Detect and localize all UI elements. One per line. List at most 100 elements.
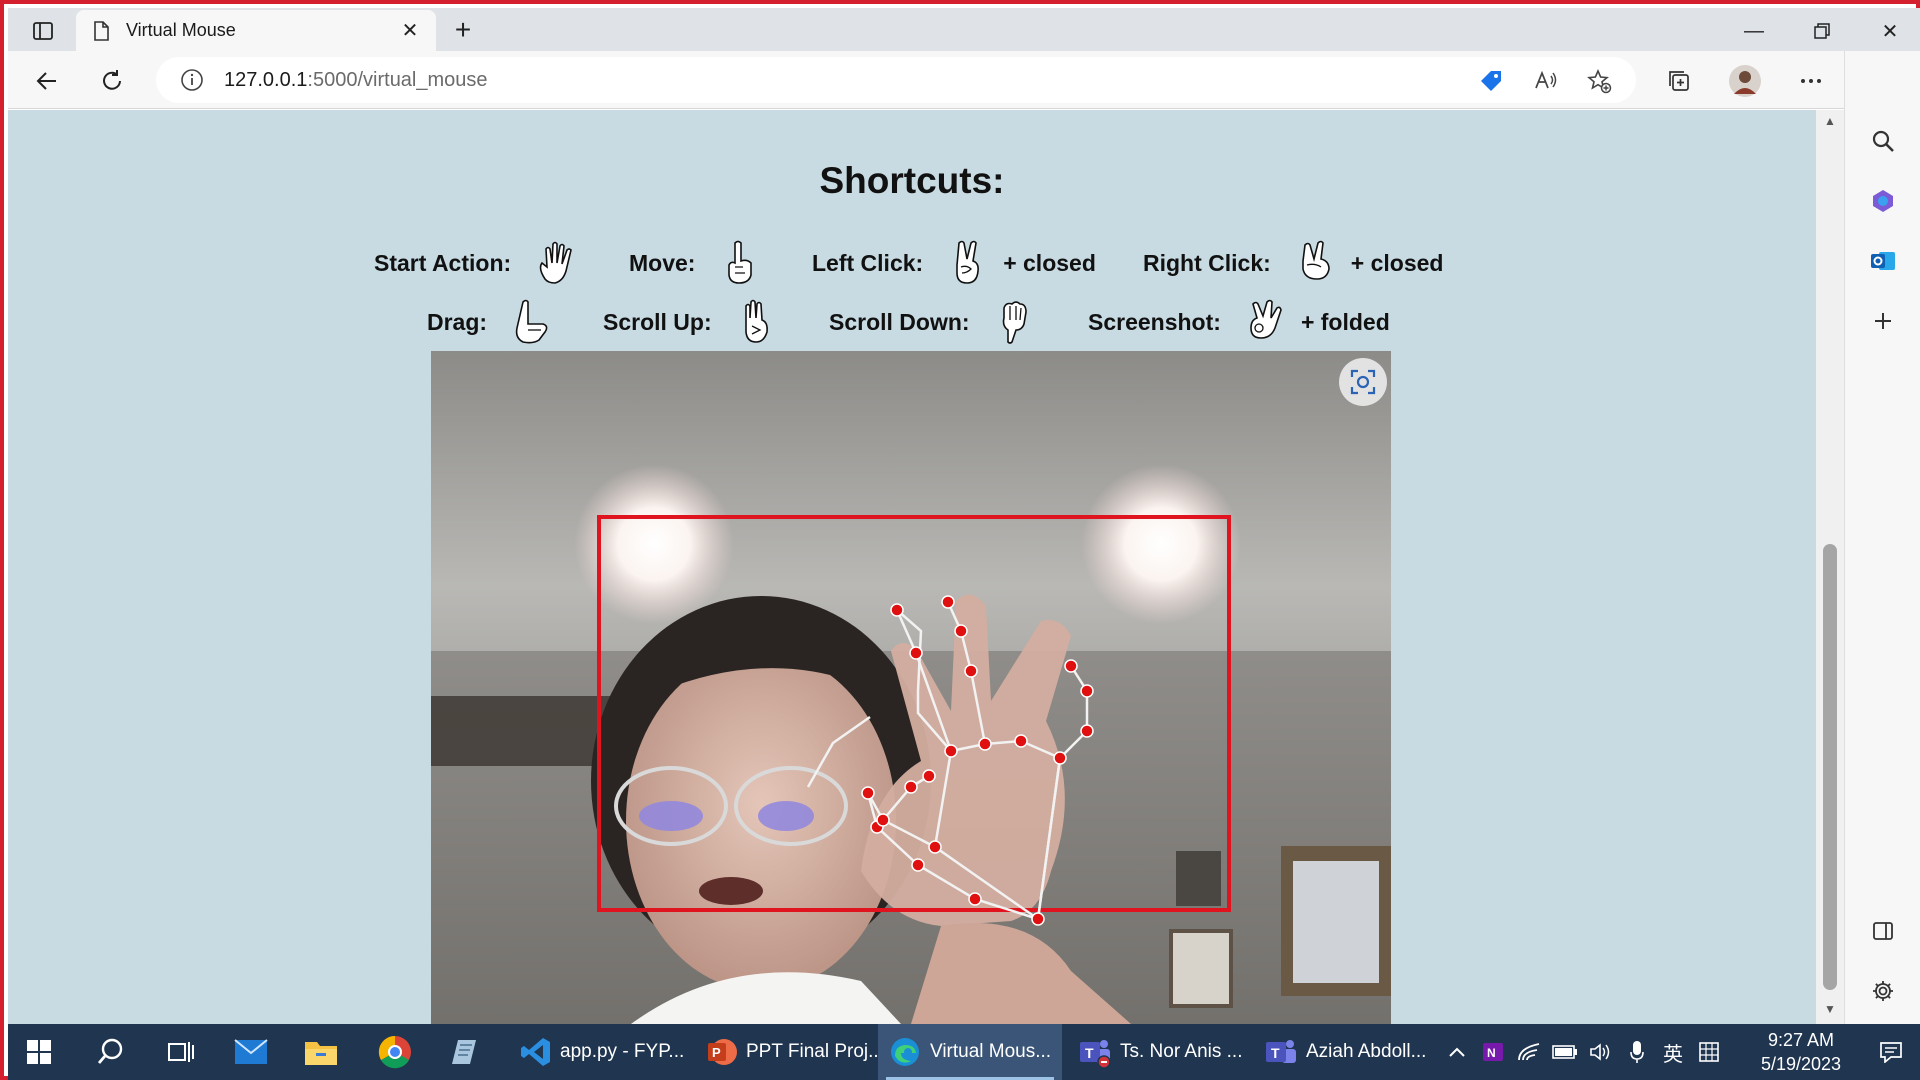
browser-toolbar: 127.0.0.1:5000/virtual_mouse [8,51,1920,109]
mail-icon [234,1035,268,1069]
sidebar-settings-icon[interactable] [1863,971,1903,1011]
open-hand-icon [539,241,573,284]
microphone-icon[interactable] [1622,1024,1652,1080]
taskbar-item-teams-1[interactable]: T Ts. Nor Anis ... [1074,1024,1254,1080]
file-explorer-button[interactable] [304,1024,348,1080]
shortcut-suffix: + closed [1003,249,1096,276]
site-info-icon[interactable] [178,66,206,94]
start-button[interactable] [22,1024,66,1080]
shortcut-label: Drag: [427,308,488,335]
shortcut-screenshot: Screenshot: + folded [1088,297,1390,347]
tab-close-icon[interactable]: ✕ [398,18,422,43]
page-heading: Shortcuts: [819,160,1005,201]
folder-icon [304,1035,338,1069]
scroll-up-arrow-icon[interactable]: ▲ [1816,114,1844,132]
ime-mode-icon[interactable] [1694,1024,1724,1080]
read-aloud-icon[interactable] [1530,66,1560,96]
shortcut-suffix: + folded [1300,308,1390,335]
scrollbar-thumb[interactable] [1823,544,1837,990]
back-button[interactable] [28,62,66,100]
shortcuts-row-1: Start Action: Move: Left Click: + closed… [8,238,1816,288]
three-fingers-down-icon [1002,301,1027,344]
notes-icon [448,1035,482,1069]
shortcut-label: Right Click: [1143,249,1271,276]
tab-actions-button[interactable] [18,16,68,46]
taskbar-item-teams-2[interactable]: T Aziah Abdoll... [1260,1024,1440,1080]
more-options-icon[interactable] [1792,62,1830,100]
onenote-tray-icon[interactable]: N [1478,1024,1508,1080]
clock-date: 5/19/2023 [1760,1054,1842,1074]
add-sidebar-app-icon[interactable] [1863,301,1903,341]
discover-icon[interactable] [1863,181,1903,221]
shortcut-label: Scroll Up: [603,308,712,335]
mail-app-button[interactable] [234,1024,278,1080]
taskbar-item-label: Ts. Nor Anis ... [1120,1041,1243,1062]
svg-text:N: N [1487,1046,1496,1060]
shortcut-label: Screenshot: [1088,308,1221,335]
shortcut-move: Move: [629,238,775,288]
index-finger-icon [728,240,753,284]
shortcut-label: Left Click: [812,249,924,276]
system-clock[interactable]: 9:27 AM 5/19/2023 [1738,1028,1864,1076]
shortcuts-row-2: Drag: Scroll Up: Scroll Down: Screenshot… [8,297,1816,347]
shortcut-start-action: Start Action: [374,238,591,288]
wifi-icon[interactable] [1514,1024,1544,1080]
new-tab-button[interactable]: + [448,16,478,46]
tab-virtual-mouse[interactable]: Virtual Mouse ✕ [76,10,436,51]
ime-indicator[interactable]: 英 [1658,1024,1688,1080]
taskbar-item-label: PPT Final Proj... [746,1041,884,1062]
collections-icon[interactable] [1660,62,1698,100]
tab-title: Virtual Mouse [126,20,236,40]
minimize-button[interactable]: — [1720,12,1788,50]
edge-icon [888,1035,922,1069]
page-scrollbar[interactable]: ▲ ▼ [1816,110,1844,1024]
hand-landmarks [806,595,1094,926]
scroll-down-arrow-icon[interactable]: ▼ [1816,1002,1844,1020]
taskbar-item-label: Virtual Mous... [930,1041,1052,1062]
teams-icon: T [1078,1035,1112,1069]
url-host: 127.0.0.1 [224,68,308,91]
task-view-icon [164,1035,198,1069]
chrome-button[interactable] [378,1024,422,1080]
close-window-button[interactable]: ✕ [1856,12,1920,50]
page-content: Shortcuts: Start Action: Move: Left Clic… [8,110,1816,1024]
volume-icon[interactable] [1586,1024,1616,1080]
notifications-button[interactable] [1874,1024,1908,1080]
search-icon [94,1035,128,1069]
chevron-up-icon [1449,1047,1465,1057]
shortcut-scroll-down: Scroll Down: [829,297,1050,347]
hide-sidebar-icon[interactable] [1863,911,1903,951]
svg-text:T: T [1271,1045,1280,1061]
taskbar-item-edge[interactable]: Virtual Mous... [878,1024,1062,1080]
shortcut-right-click: Right Click: + closed [1143,238,1443,288]
shortcut-drag: Drag: [427,297,567,347]
battery-icon[interactable] [1550,1024,1580,1080]
visual-search-button[interactable] [1339,358,1387,406]
victory-hand-icon [956,240,980,284]
shortcut-label: Scroll Down: [829,308,970,335]
refresh-button[interactable] [93,62,131,100]
clock-time: 9:27 AM [1767,1030,1835,1050]
coupon-icon[interactable] [1476,66,1506,96]
add-favorite-icon[interactable] [1584,66,1614,96]
shortcut-left-click: Left Click: + closed [812,238,1096,288]
task-view-button[interactable] [164,1024,208,1080]
restore-button[interactable] [1788,12,1856,50]
page-icon [94,20,109,41]
profile-avatar[interactable] [1726,62,1764,100]
notepad-app-button[interactable] [448,1024,492,1080]
webcam-feed [431,351,1391,1024]
search-icon[interactable] [1863,121,1903,161]
taskbar-item-powerpoint[interactable]: P PPT Final Proj... [698,1024,884,1080]
url-text: 127.0.0.1:5000/virtual_mouse [224,69,488,92]
taskbar-item-label: app.py - FYP... [560,1041,685,1062]
notification-icon [1880,1042,1902,1063]
taskbar-search-button[interactable] [94,1024,138,1080]
url-path: :5000/virtual_mouse [307,68,488,91]
taskbar-item-vscode[interactable]: app.py - FYP... [516,1024,684,1080]
screenshot-icon [1350,369,1376,395]
address-bar[interactable]: 127.0.0.1:5000/virtual_mouse [156,57,1636,103]
outlook-icon[interactable] [1863,241,1903,281]
show-hidden-icons-button[interactable] [1442,1024,1472,1080]
powerpoint-icon: P [706,1035,738,1069]
